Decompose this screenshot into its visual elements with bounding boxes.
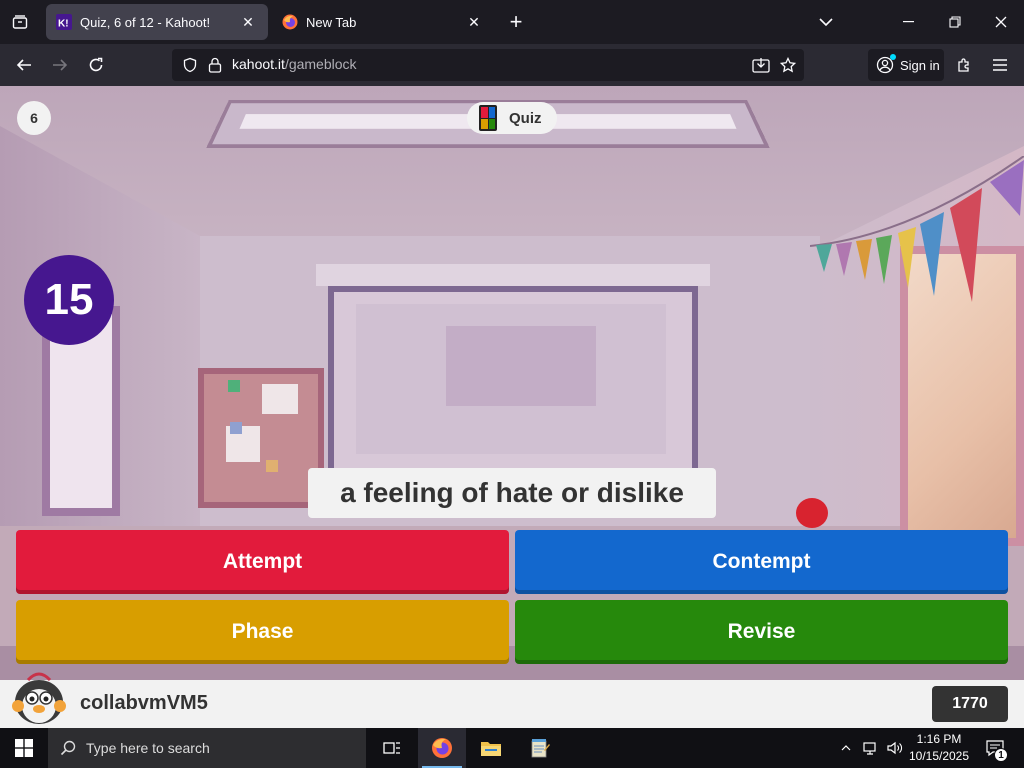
action-center-icon[interactable]: 1	[980, 728, 1010, 768]
volume-icon[interactable]	[884, 728, 906, 768]
lock-icon[interactable]	[208, 57, 222, 73]
player-bar: collabvmVM5 1770	[0, 672, 1024, 728]
answer-button-blue[interactable]: Contempt	[515, 530, 1008, 594]
list-all-tabs-chevron-icon[interactable]	[812, 8, 840, 36]
account-icon	[876, 54, 896, 74]
answer-button-green[interactable]: Revise	[515, 600, 1008, 664]
url-host: kahoot.it	[232, 56, 285, 72]
kahoot-favicon-icon: K!	[56, 14, 72, 30]
url-text[interactable]: kahoot.it/gameblock	[232, 56, 357, 74]
search-icon	[60, 740, 76, 756]
reload-icon[interactable]	[80, 49, 112, 81]
bookmark-star-icon[interactable]	[780, 57, 796, 73]
tab-list-icon[interactable]	[6, 8, 34, 36]
url-path: /gameblock	[284, 56, 357, 72]
shield-icon[interactable]	[182, 57, 198, 73]
minimize-icon[interactable]	[886, 0, 932, 44]
save-to-pocket-icon[interactable]	[752, 57, 770, 73]
windows-start-icon[interactable]	[0, 728, 48, 768]
close-tab-icon[interactable]: ✕	[464, 12, 484, 32]
tab-new-tab[interactable]: New Tab ✕	[272, 4, 494, 40]
player-name: collabvmVM5	[80, 692, 208, 714]
pinned-note	[262, 384, 298, 414]
tab-title: Quiz, 6 of 12 - Kahoot!	[80, 14, 211, 30]
extensions-puzzle-icon[interactable]	[948, 49, 980, 81]
browser-tab-bar: K! Quiz, 6 of 12 - Kahoot! ✕ New Tab ✕ +	[0, 0, 1024, 44]
quiz-mode-pill: Quiz	[467, 102, 557, 134]
sign-in-label: Sign in	[900, 57, 940, 73]
pinned-note	[228, 380, 240, 392]
question-text: a feeling of hate or dislike	[308, 468, 716, 518]
forward-arrow-icon[interactable]	[44, 49, 76, 81]
kahoot-game-area: 6 Quiz 15 a feeling of hate or dislike A…	[0, 86, 1024, 680]
windows-taskbar: Type here to search 1:16 PM 10/15/2025 1	[0, 728, 1024, 768]
browser-nav-bar: kahoot.it/gameblock Sign in	[0, 44, 1024, 86]
tab-title: New Tab	[306, 14, 357, 30]
clock-date: 10/15/2025	[908, 749, 970, 763]
tab-kahoot[interactable]: K! Quiz, 6 of 12 - Kahoot! ✕	[46, 4, 268, 40]
notification-dot-icon	[890, 54, 896, 60]
countdown-timer: 15	[24, 255, 114, 345]
hamburger-menu-icon[interactable]	[984, 49, 1016, 81]
pinned-note	[230, 422, 242, 434]
corkboard	[198, 368, 324, 508]
pinned-note	[266, 460, 278, 472]
notification-count-badge: 1	[994, 748, 1008, 762]
show-hidden-icons-chevron-icon[interactable]	[836, 728, 856, 768]
bunting-flags	[810, 156, 1024, 302]
notepad-icon[interactable]	[516, 728, 564, 768]
close-tab-icon[interactable]: ✕	[238, 12, 258, 32]
quiz-type-icon	[479, 105, 497, 131]
file-explorer-icon[interactable]	[467, 728, 515, 768]
projector-screen-box	[446, 326, 596, 406]
back-arrow-icon[interactable]	[8, 49, 40, 81]
firefox-taskbar-icon[interactable]	[418, 728, 466, 768]
svg-text:K!: K!	[58, 19, 69, 30]
apple-decoration	[796, 498, 828, 528]
question-number-badge: 6	[17, 101, 51, 135]
new-tab-plus-icon[interactable]: +	[502, 8, 530, 36]
clock-time: 1:16 PM	[916, 732, 962, 746]
task-view-icon[interactable]	[368, 728, 416, 768]
url-bar[interactable]: kahoot.it/gameblock	[172, 49, 804, 81]
answer-button-yellow[interactable]: Phase	[16, 600, 509, 664]
taskbar-search-box[interactable]: Type here to search	[48, 728, 366, 768]
search-placeholder: Type here to search	[86, 740, 210, 756]
network-icon[interactable]	[860, 728, 882, 768]
taskbar-clock[interactable]: 1:16 PM 10/15/2025	[904, 731, 974, 765]
firefox-favicon-icon	[282, 14, 298, 30]
projector-screen-roll	[316, 264, 710, 286]
restore-icon[interactable]	[932, 0, 978, 44]
quiz-mode-label: Quiz	[509, 109, 542, 127]
close-window-icon[interactable]	[978, 0, 1024, 44]
sign-in-button[interactable]: Sign in	[868, 49, 944, 81]
player-avatar	[12, 672, 66, 724]
player-score: 1770	[932, 686, 1008, 722]
answer-button-red[interactable]: Attempt	[16, 530, 509, 594]
